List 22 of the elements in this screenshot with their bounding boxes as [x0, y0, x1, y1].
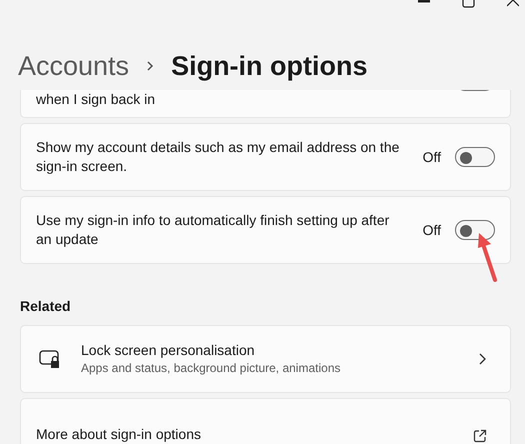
breadcrumb-link[interactable]: Accounts [18, 46, 130, 86]
toggle-switch[interactable] [455, 147, 495, 167]
related-link-card[interactable]: More about sign-in options [20, 398, 511, 444]
close-icon[interactable] [507, 0, 519, 7]
maximize-icon[interactable] [462, 0, 475, 8]
lock-screen-icon [39, 349, 61, 369]
external-link-icon [473, 429, 487, 443]
setting-label: Use my sign-in info to automatically finish setting up after an update [36, 211, 390, 249]
setting-label: when I sign back in [36, 90, 156, 109]
chevron-icon [145, 59, 156, 73]
chevron-icon [477, 352, 487, 366]
toggle-state-label: Off [422, 148, 441, 166]
section-heading: Related [20, 297, 72, 316]
toggle-state-label: Off [422, 220, 441, 240]
minimize-icon[interactable] [418, 0, 430, 4]
setting-label: Show my account details such as my email address on the sign-in screen. [36, 138, 400, 176]
page-title: Sign-in options [171, 50, 368, 83]
link-title: Lock screen personalisation [81, 341, 256, 360]
toggle-switch[interactable] [455, 220, 495, 240]
link-description: Apps and status, background picture, animations [81, 360, 340, 377]
link-title: More about sign-in options [36, 425, 201, 444]
related-link-card[interactable]: Lock screen personalisation Apps and status, background picture, animations [20, 325, 511, 393]
